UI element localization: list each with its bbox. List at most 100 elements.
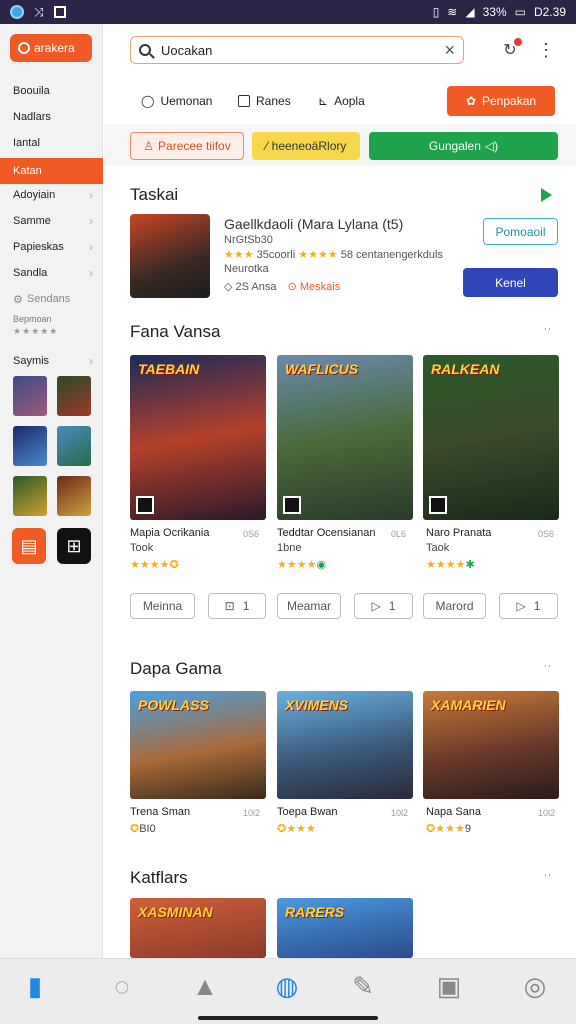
gamepad-icon: ✿ — [465, 94, 476, 108]
featured-meta-row: ◇ 2S Ansa ⊙ Meskais — [224, 280, 340, 293]
brand-button[interactable]: arakera — [10, 34, 92, 62]
sidebar-item-label: Sandla — [13, 267, 48, 279]
tab-ranes[interactable]: Ranes — [238, 90, 291, 112]
rating-value: BI0 — [139, 823, 156, 835]
count-button[interactable]: ▷ 1 — [499, 593, 558, 619]
close-icon[interactable]: × — [444, 40, 455, 61]
game-thumbnail[interactable] — [57, 376, 91, 416]
chevron-right-icon: › — [89, 214, 93, 228]
nav-web-button[interactable]: ◍ — [270, 969, 304, 1003]
sidebar-item-saymis[interactable]: Saymis › — [0, 348, 103, 374]
sidebar-item-papieskas[interactable]: Papieskas › — [0, 234, 103, 260]
gamepad-button[interactable]: ⊞ — [57, 528, 91, 564]
pencil-icon: ⁄ — [265, 139, 268, 153]
game-thumbnail[interactable] — [57, 476, 91, 516]
clock: D2.39 — [533, 5, 566, 19]
more-icon[interactable]: ˙˙ — [544, 326, 552, 340]
notifications-button[interactable]: ↻ — [498, 38, 522, 62]
chip-label: heeneoäRlory — [271, 139, 347, 153]
chip-gungalen[interactable]: Gungalen ◁) — [369, 132, 558, 160]
featured-game-image[interactable] — [130, 214, 210, 298]
more-icon[interactable]: ˙˙ — [544, 663, 552, 677]
brand-label: arakera — [34, 41, 75, 55]
game-art-title: TAEBAIN — [138, 361, 200, 377]
featured-line1: NrGtSb30 — [224, 234, 273, 246]
chip-heeneo[interactable]: ⁄ heeneoäRlory — [252, 132, 360, 160]
search-icon — [139, 44, 151, 56]
count-value: 1 — [242, 599, 250, 613]
game-art-title: RARERS — [285, 904, 345, 920]
game-thumbnail[interactable] — [13, 476, 47, 516]
sidebar-item-sandla[interactable]: Sandla › — [0, 260, 103, 286]
review-count: 58 centanengerkduls — [340, 249, 443, 261]
battery-level: 33% — [482, 5, 507, 19]
nav-store-button[interactable]: ▣ — [432, 969, 466, 1003]
rating-stars: ★★★★★ — [13, 326, 59, 336]
game-card-meta: 10l2 — [243, 808, 261, 818]
tab-label: Ranes — [256, 94, 291, 108]
game-card-image[interactable]: WAFLICUS — [277, 355, 413, 520]
search-input[interactable]: Uocakan × — [130, 36, 464, 64]
game-art-title: RALKEAN — [431, 361, 500, 377]
game-thumbnail[interactable] — [13, 426, 47, 466]
game-card-image[interactable]: TAEBAIN — [130, 355, 266, 520]
count-button[interactable]: ▷ 1 — [354, 593, 413, 619]
count-button[interactable]: ⊡ 1 — [208, 593, 266, 619]
sidebar: arakera Boouila Nadlars Iantal Katan Ado… — [0, 24, 103, 958]
gamepad-icon: ⊞ — [66, 535, 82, 556]
game-card-image[interactable]: XVIMENS — [277, 691, 413, 799]
nav-games-button[interactable]: ▲ — [188, 969, 222, 1003]
game-card-image[interactable]: POWLASS — [130, 691, 266, 799]
home-indicator — [198, 1016, 378, 1020]
sidebar-item-nadlars[interactable]: Nadlars — [0, 104, 103, 130]
rating-text: 35coorli — [256, 249, 296, 261]
penpakan-button[interactable]: ✿ Penpakan — [447, 86, 555, 116]
more-icon[interactable]: ˙˙ — [544, 872, 552, 886]
section-title-fana-vansa: Fana Vansa — [130, 322, 221, 341]
game-card-image[interactable]: RALKEAN — [423, 355, 559, 520]
vibrate-icon: ▯ — [432, 5, 440, 19]
list-icon: ▤ — [20, 535, 38, 556]
globe-icon: ◍ — [275, 970, 299, 1001]
nav-profile-button[interactable]: ◎ — [518, 969, 552, 1003]
badge-icon — [429, 496, 447, 514]
meamar-button[interactable]: Meamar — [277, 593, 341, 619]
tab-uemonan[interactable]: ◯ Uemonan — [141, 90, 212, 112]
sidebar-item-katan[interactable]: Katan — [0, 158, 103, 184]
chip-parecee[interactable]: ♙ Parecee tiifov — [130, 132, 244, 160]
bottom-navigation: ▮ ◌ ▲ ◍ ✎ ▣ ◎ — [0, 958, 576, 1024]
clock-icon: ⊙ — [287, 281, 297, 293]
pomoaoil-button[interactable]: Pomoaoil — [483, 218, 558, 245]
game-card-sub: Taok — [426, 542, 450, 554]
game-card-image[interactable]: XASMINAN — [130, 898, 266, 958]
play-icon[interactable] — [541, 188, 552, 202]
gear-icon: ⚙ — [13, 293, 23, 306]
meinna-button[interactable]: Meinna — [130, 593, 195, 619]
nav-explore-button[interactable]: ◌ — [105, 969, 139, 1003]
sidebar-item-adoyiain[interactable]: Adoyiain › — [0, 182, 103, 208]
game-thumbnail[interactable] — [57, 426, 91, 466]
game-thumbnail[interactable] — [13, 376, 47, 416]
list-grid-button[interactable]: ▤ — [12, 528, 46, 564]
sidebar-item-boouila[interactable]: Boouila — [0, 78, 103, 104]
sidebar-item-label: Nadlars — [13, 111, 51, 123]
featured-rating-row: ★★★ 35coorli ★★★★ 58 centanengerkduls — [224, 248, 443, 261]
user-icon: ♙ — [143, 139, 155, 153]
marord-button[interactable]: Marord — [423, 593, 486, 619]
browser-icon — [10, 5, 24, 19]
kenel-button[interactable]: Kenel — [463, 268, 558, 297]
section-title-taskai: Taskai — [130, 185, 179, 204]
battery-icon: ▭ — [514, 5, 526, 19]
nav-edit-button[interactable]: ✎ — [346, 969, 380, 1003]
tab-aopla[interactable]: ⊾ Aopla — [318, 90, 365, 112]
game-card-image[interactable]: RARERS — [277, 898, 413, 958]
rating-stars: ✪★★★ — [426, 823, 465, 835]
sidebar-item-sendans[interactable]: ⚙ Sendans — [0, 286, 103, 312]
sidebar-item-samme[interactable]: Samme › — [0, 208, 103, 234]
game-art-title: WAFLICUS — [285, 361, 359, 377]
rating-stars: ✪ — [130, 823, 140, 835]
game-card-image[interactable]: XAMARIEN — [423, 691, 559, 799]
more-menu-button[interactable]: ⋮ — [534, 38, 558, 62]
nav-home-button[interactable]: ▮ — [18, 969, 52, 1003]
sidebar-item-iantal[interactable]: Iantal — [0, 130, 103, 156]
